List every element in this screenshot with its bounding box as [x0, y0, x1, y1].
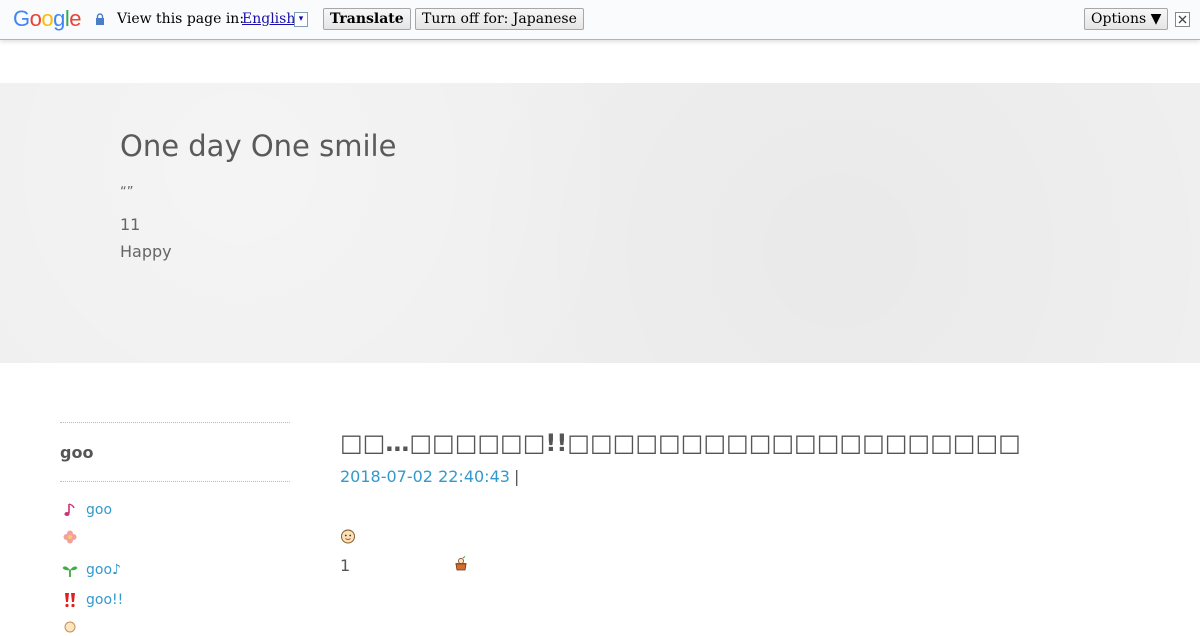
lock-icon — [96, 13, 104, 25]
post-title[interactable]: □□…□□□□□□!!□□□□□□□□□□□□□□□□□□□□ — [340, 429, 1021, 457]
music-note-icon — [64, 503, 75, 516]
sidebar-divider-top — [60, 422, 290, 423]
site-description-quote: “” — [120, 185, 134, 200]
sidebar: goo goo goo♪ goo!! — [60, 422, 290, 633]
sidebar-item-label: goo — [86, 502, 113, 518]
sidebar-item-label: goo!! — [86, 592, 124, 608]
translate-bar: Google View this page in: English ▾ Tran… — [0, 0, 1200, 40]
language-link[interactable]: English — [242, 11, 295, 27]
site-description-happy: Happy — [120, 242, 172, 261]
site-description-number: 11 — [120, 215, 141, 234]
language-dropdown[interactable]: ▾ — [294, 12, 308, 27]
flower-icon — [63, 530, 77, 544]
post-meta-separator: | — [514, 467, 520, 486]
site-header: One day One smile “” 11 Happy — [0, 83, 1200, 363]
view-page-label: View this page in: — [117, 11, 245, 27]
smile-face-icon — [64, 621, 76, 633]
post-date-link[interactable]: 2018-07-02 22:40:43 — [340, 467, 510, 486]
sidebar-title: goo — [60, 443, 94, 462]
exclamation-icon — [65, 593, 75, 608]
pot-icon — [455, 556, 467, 571]
turn-off-button[interactable]: Turn off for: Japanese — [415, 8, 584, 30]
close-icon[interactable] — [1175, 12, 1190, 27]
sidebar-divider-bottom — [60, 481, 290, 482]
sidebar-item-label: goo♪ — [86, 562, 121, 578]
baby-face-icon — [341, 529, 355, 544]
post-body-number: 1 — [340, 556, 351, 575]
google-logo: Google — [13, 6, 82, 31]
options-button[interactable]: Options ▼ — [1084, 8, 1169, 30]
site-title[interactable]: One day One smile — [120, 129, 396, 163]
sprout-icon — [62, 566, 78, 577]
translate-button[interactable]: Translate — [323, 8, 411, 30]
